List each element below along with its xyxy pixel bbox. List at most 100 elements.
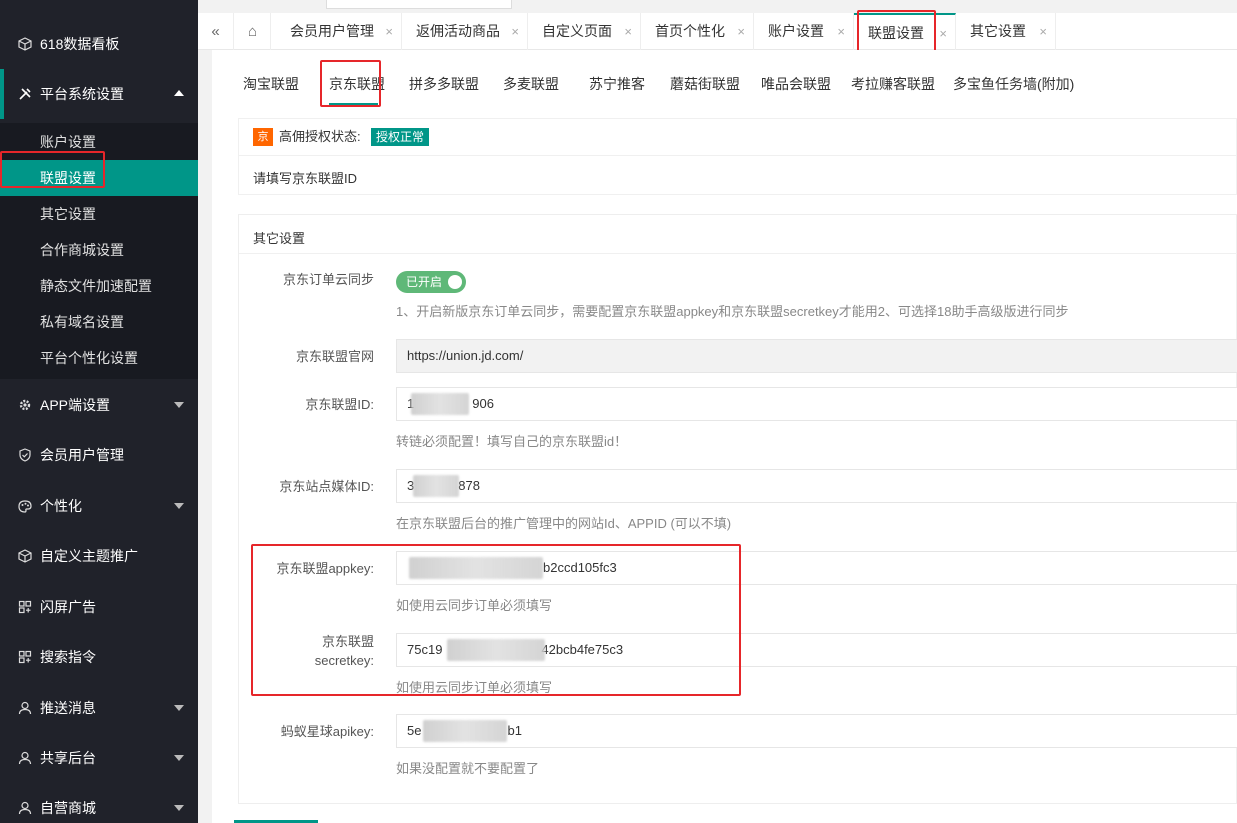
jd-logo-icon: 京	[253, 128, 273, 146]
subtab-suning[interactable]: 苏宁推客	[589, 74, 645, 94]
secretkey-label-line2: secretkey:	[314, 653, 374, 668]
sidebar-item-shared-backend[interactable]: 共享后台	[0, 733, 198, 783]
subtab-kaola[interactable]: 考拉赚客联盟	[851, 74, 935, 94]
media-id-label: 京东站点媒体ID:	[279, 479, 374, 494]
union-subtabs: 淘宝联盟 京东联盟 拼多多联盟 多麦联盟 苏宁推客 蘑菇街联盟 唯品会联盟 考拉…	[212, 50, 1237, 110]
active-subtab-indicator	[329, 103, 378, 105]
appkey-label: 京东联盟appkey:	[276, 561, 374, 576]
tab-other-settings[interactable]: 其它设置 ×	[956, 13, 1056, 50]
sidebar-item-app-settings[interactable]: APP端设置	[0, 380, 198, 430]
subtab-taobao[interactable]: 淘宝联盟	[243, 74, 299, 94]
sidebar-item-label: 推送消息	[40, 700, 96, 716]
palette-icon	[18, 499, 32, 513]
section-title: 其它设置	[253, 231, 306, 246]
grid-icon	[18, 600, 32, 614]
redacted-blur	[413, 475, 459, 497]
header-search-box[interactable]	[326, 0, 512, 9]
grid-icon	[18, 650, 32, 664]
tab-member-management[interactable]: 会员用户管理 ×	[276, 13, 402, 50]
sidebar-item-label: 自定义主题推广	[40, 548, 138, 564]
divider	[239, 155, 1237, 156]
sidebar: 618数据看板 平台系统设置 账户设置 联盟设置 其它设置 合作商城设置 静态文…	[0, 0, 198, 823]
collapse-tabs-button[interactable]: «	[198, 13, 234, 50]
subtab-mogujie[interactable]: 蘑菇街联盟	[670, 74, 740, 94]
sidebar-submenu: 账户设置 联盟设置 其它设置 合作商城设置 静态文件加速配置 私有域名设置 平台…	[0, 123, 198, 379]
union-id-label: 京东联盟ID:	[305, 397, 374, 412]
apikey-label: 蚂蚁星球apikey:	[280, 724, 374, 739]
home-tab-button[interactable]: ⌂	[235, 13, 271, 50]
subtab-vip[interactable]: 唯品会联盟	[761, 74, 831, 94]
tab-rebate-products[interactable]: 返佣活动商品 ×	[402, 13, 528, 50]
double-chevron-left-icon: «	[211, 23, 220, 40]
close-icon[interactable]: ×	[511, 13, 519, 50]
field-value-end: b2ccd105fc3	[543, 560, 617, 575]
submenu-item-account-settings[interactable]: 账户设置	[0, 124, 198, 160]
secretkey-hint: 如使用云同步订单必须填写	[396, 680, 553, 695]
sidebar-item-push-messages[interactable]: 推送消息	[0, 683, 198, 733]
tab-home-personalization[interactable]: 首页个性化 ×	[641, 13, 754, 50]
tab-label: 自定义页面	[542, 23, 612, 39]
media-id-hint: 在京东联盟后台的推广管理中的网站Id、APPID (可以不填)	[396, 516, 732, 531]
cube-icon	[18, 549, 32, 563]
field-value-start: 5e	[407, 723, 422, 738]
sync-hint: 1、开启新版京东订单云同步，需要配置京东联盟appkey和京东联盟secretk…	[396, 304, 1069, 319]
redacted-blur	[447, 639, 545, 661]
sidebar-item-custom-theme-promo[interactable]: 自定义主题推广	[0, 531, 198, 581]
apikey-field[interactable]: 5e b1	[396, 714, 1237, 748]
close-icon[interactable]: ×	[1039, 13, 1047, 50]
close-icon[interactable]: ×	[837, 13, 845, 50]
field-value-start: 75c19	[407, 642, 443, 657]
home-icon: ⌂	[247, 23, 258, 40]
official-site-field: https://union.jd.com/	[396, 339, 1237, 373]
submenu-item-union-settings[interactable]: 联盟设置	[0, 160, 198, 196]
close-icon[interactable]: ×	[624, 13, 632, 50]
user-icon	[18, 801, 32, 815]
subtab-jd[interactable]: 京东联盟	[329, 74, 385, 94]
shield-icon	[18, 448, 32, 462]
submenu-item-private-domain[interactable]: 私有域名设置	[0, 304, 198, 340]
close-icon[interactable]: ×	[939, 15, 947, 52]
tools-icon	[18, 87, 32, 101]
submenu-item-partner-mall[interactable]: 合作商城设置	[0, 232, 198, 268]
chevron-up-icon	[174, 90, 184, 96]
order-sync-toggle[interactable]: 已开启	[396, 271, 466, 293]
field-value-end: 906	[472, 396, 494, 411]
submenu-item-static-acceleration[interactable]: 静态文件加速配置	[0, 268, 198, 304]
union-id-field[interactable]: 1906	[396, 387, 1237, 421]
submenu-item-platform-personalization[interactable]: 平台个性化设置	[0, 340, 198, 376]
tab-union-settings[interactable]: 联盟设置 ×	[854, 13, 956, 50]
close-icon[interactable]: ×	[385, 13, 393, 50]
tab-label: 会员用户管理	[290, 23, 374, 39]
sidebar-item-search-commands[interactable]: 搜索指令	[0, 632, 198, 682]
secretkey-label-line1: 京东联盟	[321, 634, 374, 649]
subtab-duobaoyu[interactable]: 多宝鱼任务墙(附加)	[953, 74, 1074, 94]
tab-label: 账户设置	[768, 23, 824, 39]
union-id-hint: 转链必须配置！填写自己的京东联盟id！	[396, 434, 628, 449]
submenu-item-other-settings[interactable]: 其它设置	[0, 196, 198, 232]
sidebar-item-label: 闪屏广告	[40, 599, 96, 615]
field-value-end: 42bcb4fe75c3	[541, 642, 624, 657]
gear-icon	[18, 398, 32, 412]
media-id-field[interactable]: 3 878	[396, 469, 1237, 503]
sidebar-item-splash-ads[interactable]: 闪屏广告	[0, 582, 198, 632]
toggle-label: 已开启	[406, 275, 443, 289]
tab-account-settings[interactable]: 账户设置 ×	[754, 13, 854, 50]
tab-custom-page[interactable]: 自定义页面 ×	[528, 13, 641, 50]
chevron-down-icon	[174, 705, 184, 711]
auth-status-card: 京 高佣授权状态: 授权正常 请填写京东联盟ID	[238, 118, 1237, 195]
sidebar-item-member-management[interactable]: 会员用户管理	[0, 430, 198, 480]
sidebar-item-personalization[interactable]: 个性化	[0, 481, 198, 531]
sidebar-item-618-dashboard[interactable]: 618数据看板	[0, 19, 198, 69]
close-icon[interactable]: ×	[737, 13, 745, 50]
subtab-pdd[interactable]: 拼多多联盟	[409, 74, 479, 94]
sidebar-item-platform-settings[interactable]: 平台系统设置	[0, 69, 198, 119]
subtab-duomai[interactable]: 多麦联盟	[503, 74, 559, 94]
chevron-down-icon	[174, 402, 184, 408]
auth-status-label: 高佣授权状态:	[279, 129, 361, 144]
divider	[239, 253, 1237, 254]
cube-icon	[18, 37, 32, 51]
sidebar-item-self-mall[interactable]: 自营商城	[0, 783, 198, 823]
auth-status-badge: 授权正常	[371, 128, 430, 146]
chevron-down-icon	[174, 805, 184, 811]
sidebar-item-label: 个性化	[40, 498, 82, 514]
